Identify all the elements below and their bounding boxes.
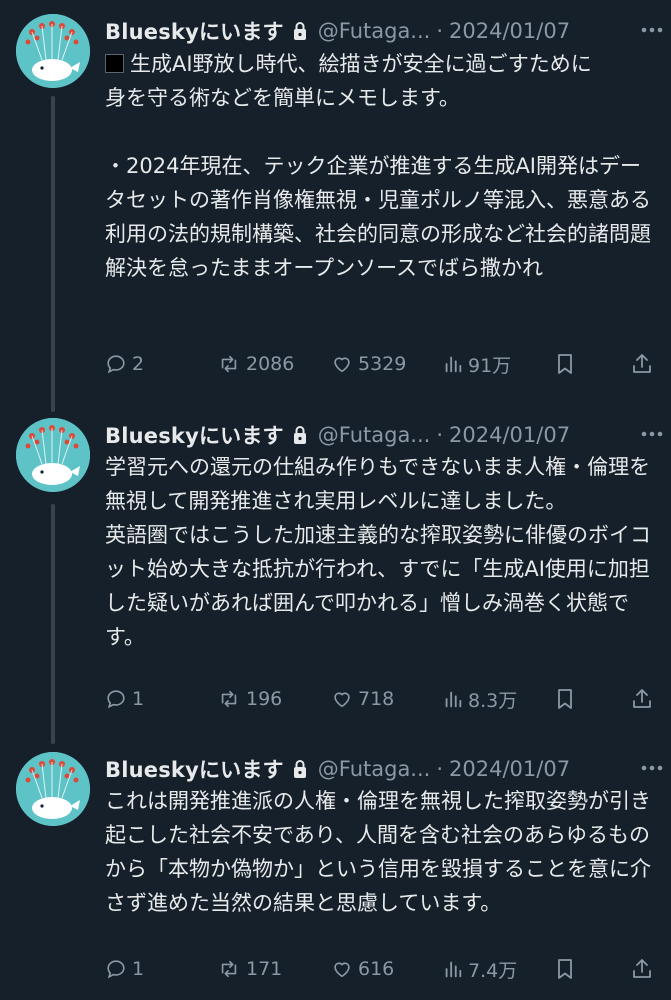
avatar[interactable]: [16, 752, 90, 826]
tweet-header: Blueskyにいます @Futaga... · 2024/01/07: [105, 16, 657, 46]
avatar[interactable]: [16, 418, 90, 492]
tweet-header: Blueskyにいます @Futaga... · 2024/01/07: [105, 420, 657, 450]
views-button[interactable]: 91万: [443, 349, 511, 379]
repost-button[interactable]: 171: [217, 954, 282, 984]
user-handle[interactable]: @Futaga...: [318, 19, 431, 43]
views-icon: [445, 691, 462, 708]
tweet-text: 学習元への還元の仕組み作りもできないまま人権・倫理を無視して開発推進され実用レベ…: [105, 455, 651, 649]
bookmark-icon: [558, 689, 572, 709]
share-button[interactable]: [631, 954, 658, 984]
views-icon: [445, 961, 462, 978]
share-icon: [633, 354, 651, 373]
separator: ·: [436, 423, 444, 447]
like-button[interactable]: 616: [331, 954, 394, 984]
repost-count: 2086: [246, 353, 295, 375]
like-count: 718: [358, 688, 395, 710]
reply-icon: [107, 355, 125, 374]
repost-button[interactable]: 196: [217, 684, 282, 714]
reply-icon: [107, 960, 125, 979]
tweet-text-lead: 生成AI野放し時代、絵描きが安全に過ごすため: [130, 52, 571, 76]
action-bar: 1 171 616 7.4万: [105, 954, 657, 984]
avatar[interactable]: [16, 14, 90, 88]
like-button[interactable]: 5329: [331, 349, 406, 379]
repost-button[interactable]: 2086: [217, 349, 294, 379]
more-icon[interactable]: [637, 20, 667, 40]
repost-icon: [221, 355, 237, 373]
thread: Blueskyにいます @Futaga... · 2024/01/07 生成AI…: [0, 0, 671, 1000]
lock-icon: [293, 426, 306, 444]
reply-button[interactable]: 1: [105, 954, 144, 984]
share-icon: [633, 959, 651, 978]
views-button[interactable]: 8.3万: [443, 684, 517, 714]
action-bar: 1 196 718 8.3万: [105, 684, 657, 714]
repost-count: 171: [246, 958, 283, 980]
like-icon: [334, 962, 350, 978]
more-icon[interactable]: [637, 758, 667, 778]
post-date[interactable]: 2024/01/07: [449, 19, 570, 43]
display-name[interactable]: Blueskyにいます: [105, 16, 284, 46]
thread-connector: [51, 504, 55, 744]
separator: ·: [436, 757, 444, 781]
views-button[interactable]: 7.4万: [443, 954, 517, 984]
reply-count: 2: [132, 353, 145, 375]
lock-icon: [293, 760, 306, 778]
share-icon: [633, 689, 651, 708]
post-date[interactable]: 2024/01/07: [449, 423, 570, 447]
reply-button[interactable]: 1: [105, 684, 144, 714]
display-name[interactable]: Blueskyにいます: [105, 420, 284, 450]
reply-button[interactable]: 2: [105, 349, 144, 379]
lock-icon: [293, 22, 306, 40]
black-square-emoji: [105, 54, 124, 73]
views-count: 7.4万: [468, 959, 518, 982]
action-bar: 2 2086 5329 91万: [105, 349, 657, 379]
thread-connector: [51, 96, 55, 412]
repost-icon: [221, 960, 237, 978]
repost-icon: [221, 690, 237, 708]
tweet-text-rest: に 身を守る術などを簡単にメモします。 ・2024年現在、テック企業が推進する生…: [105, 52, 651, 280]
bookmark-button[interactable]: [555, 954, 580, 984]
bookmark-button[interactable]: [555, 349, 580, 379]
like-button[interactable]: 718: [331, 684, 394, 714]
like-icon: [334, 692, 350, 708]
avatar-image: [16, 14, 90, 88]
post-date[interactable]: 2024/01/07: [449, 757, 570, 781]
like-count: 616: [358, 958, 395, 980]
bookmark-icon: [558, 959, 572, 979]
views-count: 8.3万: [468, 689, 518, 712]
user-handle[interactable]: @Futaga...: [318, 757, 431, 781]
display-name[interactable]: Blueskyにいます: [105, 754, 284, 784]
views-count: 91万: [468, 354, 512, 377]
bookmark-icon: [558, 354, 572, 374]
separator: ·: [436, 19, 444, 43]
views-icon: [445, 356, 462, 373]
avatar-image: [16, 418, 90, 492]
tweet-text: これは開発推進派の人権・倫理を無視した搾取姿勢が引き起こした社会不安であり、人間…: [105, 789, 651, 915]
tweet-header: Blueskyにいます @Futaga... · 2024/01/07: [105, 754, 657, 784]
share-button[interactable]: [631, 349, 658, 379]
avatar-image: [16, 752, 90, 826]
bookmark-button[interactable]: [555, 684, 580, 714]
repost-count: 196: [246, 688, 283, 710]
reply-count: 1: [132, 958, 145, 980]
more-icon[interactable]: [637, 424, 667, 444]
like-icon: [334, 357, 350, 373]
reply-count: 1: [132, 688, 145, 710]
user-handle[interactable]: @Futaga...: [318, 423, 431, 447]
tweet-text: 生成AI野放し時代、絵描きが安全に過ごすために 身を守る術などを簡単にメモします…: [105, 47, 651, 285]
reply-icon: [107, 690, 125, 709]
like-count: 5329: [358, 353, 407, 375]
share-button[interactable]: [631, 684, 658, 714]
